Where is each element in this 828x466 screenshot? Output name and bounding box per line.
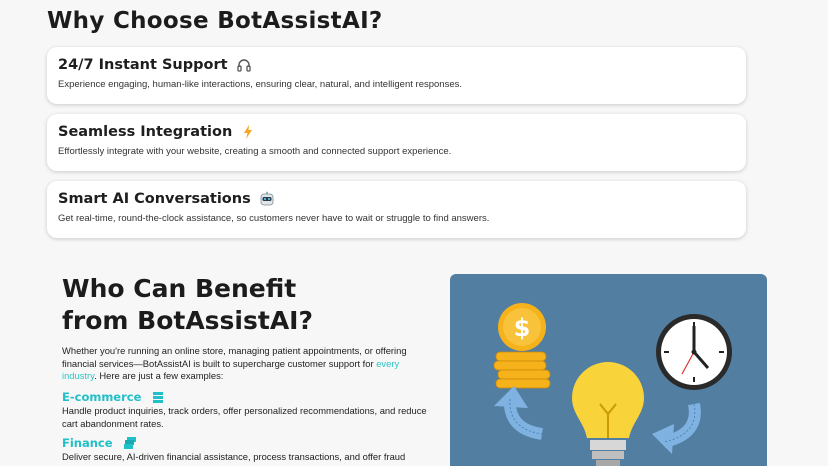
money-stack-icon — [122, 435, 138, 451]
segment-desc-finance: Deliver secure, AI-driven financial assi… — [62, 451, 406, 466]
segment-title-finance: Finance — [62, 435, 138, 451]
card-title: Smart AI Conversations — [58, 191, 251, 207]
card-description: Get real-time, round-the-clock assistanc… — [58, 213, 490, 224]
cycle-arrow-left-icon — [494, 386, 544, 440]
headphones-icon — [236, 57, 252, 73]
segment-desc-ecommerce: Handle product inquiries, track orders, … — [62, 405, 427, 429]
intro-text-end: . Here are just a few examples: — [94, 370, 224, 381]
benefit-title-line2: from BotAssistAI? — [62, 306, 313, 335]
benefit-title-line1: Who Can Benefit — [62, 274, 297, 303]
card-description: Experience engaging, human-like interact… — [58, 79, 462, 90]
card-title: 24/7 Instant Support — [58, 57, 228, 73]
shopping-cart-icon — [150, 389, 166, 405]
feature-card-instant-support: 24/7 Instant Support Experience engaging… — [47, 47, 746, 104]
robot-icon — [259, 191, 275, 207]
intro-text: Whether you're running an online store, … — [62, 345, 407, 369]
light-bulb-icon — [572, 362, 644, 466]
benefit-section-title: Who Can Benefit from BotAssistAI? — [62, 273, 382, 337]
coin-stack-icon — [493, 351, 551, 389]
clock-icon — [656, 314, 732, 390]
card-description: Effortlessly integrate with your website… — [58, 146, 452, 157]
svg-text:$: $ — [514, 314, 531, 342]
why-section-title: Why Choose BotAssistAI? — [47, 8, 383, 34]
card-title: Seamless Integration — [58, 124, 233, 140]
feature-card-seamless-integration: Seamless Integration Effortlessly integr… — [47, 114, 746, 171]
lightning-icon — [240, 124, 256, 140]
cycle-arrow-right-icon — [652, 402, 701, 454]
feature-card-smart-conversations: Smart AI Conversations Get real-time, ro… — [47, 181, 746, 238]
segment-title-text: E-commerce — [62, 390, 142, 404]
benefits-illustration: $ — [450, 274, 767, 466]
dollar-coin-icon: $ — [498, 303, 546, 351]
benefit-intro: Whether you're running an online store, … — [62, 345, 422, 383]
segment-title-ecommerce: E-commerce — [62, 389, 166, 405]
segment-title-text: Finance — [62, 436, 113, 450]
